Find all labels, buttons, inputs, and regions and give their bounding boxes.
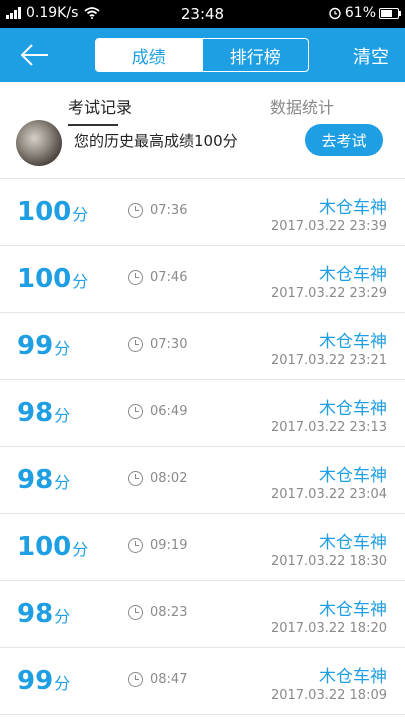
record-row[interactable]: 100分 09:19 木仓车神 2017.03.22 18:30 bbox=[0, 514, 405, 581]
score-value: 98 bbox=[17, 599, 54, 629]
score-value: 100 bbox=[17, 197, 72, 227]
record-duration: 07:30 bbox=[128, 337, 187, 352]
best-score-text: 您的历史最高成绩100分 bbox=[74, 132, 238, 150]
record-datetime: 2017.03.22 23:21 bbox=[270, 353, 387, 368]
record-datetime: 2017.03.22 18:30 bbox=[270, 554, 387, 569]
status-bar: 0.19K/s 23:48 61% bbox=[0, 0, 405, 28]
alarm-icon bbox=[329, 7, 341, 20]
battery-level: 61% bbox=[344, 5, 376, 21]
score-value: 98 bbox=[17, 398, 54, 428]
record-datetime: 2017.03.22 23:13 bbox=[270, 420, 387, 435]
record-username: 木仓车神 bbox=[319, 667, 387, 687]
score-value: 100 bbox=[17, 264, 72, 294]
score-value: 99 bbox=[17, 331, 54, 361]
record-username: 木仓车神 bbox=[319, 399, 387, 419]
clock-icon bbox=[128, 605, 143, 620]
score-unit: 分 bbox=[72, 205, 89, 224]
best-score-banner: 您的历史最高成绩100分 去考试 bbox=[0, 120, 405, 179]
record-datetime: 2017.03.22 18:20 bbox=[270, 621, 387, 636]
score-value: 98 bbox=[17, 465, 54, 495]
record-score: 100分 bbox=[17, 264, 88, 294]
clock-icon bbox=[128, 471, 143, 486]
duration-text: 07:36 bbox=[150, 203, 188, 218]
record-username: 木仓车神 bbox=[319, 265, 387, 285]
record-row[interactable]: 98分 08:02 木仓车神 2017.03.22 23:04 bbox=[0, 447, 405, 514]
record-duration: 08:23 bbox=[128, 605, 187, 620]
record-datetime: 2017.03.22 23:04 bbox=[270, 487, 387, 502]
record-username: 木仓车神 bbox=[319, 466, 387, 486]
record-row[interactable]: 99分 07:30 木仓车神 2017.03.22 23:21 bbox=[0, 313, 405, 380]
clock-icon bbox=[128, 337, 143, 352]
duration-text: 08:23 bbox=[150, 605, 188, 620]
record-datetime: 2017.03.22 23:39 bbox=[270, 219, 387, 234]
duration-text: 06:49 bbox=[150, 404, 188, 419]
record-duration: 08:47 bbox=[128, 672, 187, 687]
score-unit: 分 bbox=[54, 473, 71, 492]
record-score: 98分 bbox=[17, 398, 70, 428]
record-row[interactable]: 100分 07:46 木仓车神 2017.03.22 23:29 bbox=[0, 246, 405, 313]
record-username: 木仓车神 bbox=[319, 533, 387, 553]
record-username: 木仓车神 bbox=[319, 600, 387, 620]
record-datetime: 2017.03.22 18:09 bbox=[270, 688, 387, 703]
record-duration: 07:46 bbox=[128, 270, 187, 285]
score-unit: 分 bbox=[72, 540, 89, 559]
record-duration: 08:02 bbox=[128, 471, 187, 486]
duration-text: 07:46 bbox=[150, 270, 188, 285]
record-username: 木仓车神 bbox=[319, 198, 387, 218]
tab-exam-records[interactable]: 考试记录 bbox=[68, 94, 132, 118]
avatar bbox=[16, 120, 62, 166]
record-row[interactable]: 99分 08:47 木仓车神 2017.03.22 18:09 bbox=[0, 648, 405, 715]
record-datetime: 2017.03.22 23:29 bbox=[270, 286, 387, 301]
score-unit: 分 bbox=[54, 674, 71, 693]
record-duration: 09:19 bbox=[128, 538, 187, 553]
record-score: 98分 bbox=[17, 465, 70, 495]
tab-scores[interactable]: 成绩 bbox=[96, 39, 202, 71]
segment-control: 成绩 排行榜 bbox=[95, 38, 309, 72]
clock-icon bbox=[128, 404, 143, 419]
score-unit: 分 bbox=[54, 406, 71, 425]
score-unit: 分 bbox=[54, 607, 71, 626]
clock-icon bbox=[128, 203, 143, 218]
record-duration: 07:36 bbox=[128, 203, 187, 218]
status-right: 61% bbox=[328, 5, 401, 21]
duration-text: 08:47 bbox=[150, 672, 188, 687]
record-username: 木仓车神 bbox=[319, 332, 387, 352]
take-exam-button[interactable]: 去考试 bbox=[305, 124, 383, 156]
record-row[interactable]: 98分 08:23 木仓车神 2017.03.22 18:20 bbox=[0, 581, 405, 648]
tab-ranking[interactable]: 排行榜 bbox=[201, 39, 309, 71]
record-list: 100分 07:36 木仓车神 2017.03.22 23:39 100分 07… bbox=[0, 179, 405, 715]
top-bar: 成绩 排行榜 清空 bbox=[0, 28, 405, 82]
record-row[interactable]: 100分 07:36 木仓车神 2017.03.22 23:39 bbox=[0, 179, 405, 246]
record-score: 99分 bbox=[17, 666, 70, 696]
duration-text: 08:02 bbox=[150, 471, 188, 486]
score-unit: 分 bbox=[72, 272, 89, 291]
score-value: 100 bbox=[17, 532, 72, 562]
score-value: 99 bbox=[17, 666, 54, 696]
record-score: 100分 bbox=[17, 197, 88, 227]
clock-icon bbox=[128, 270, 143, 285]
duration-text: 07:30 bbox=[150, 337, 188, 352]
clock-icon bbox=[128, 672, 143, 687]
tab-data-stats[interactable]: 数据统计 bbox=[270, 94, 334, 118]
clock-icon bbox=[128, 538, 143, 553]
record-score: 98分 bbox=[17, 599, 70, 629]
record-duration: 06:49 bbox=[128, 404, 187, 419]
sub-tabs: 考试记录 数据统计 bbox=[0, 82, 405, 126]
duration-text: 09:19 bbox=[150, 538, 188, 553]
clear-button[interactable]: 清空 bbox=[353, 43, 389, 69]
record-score: 100分 bbox=[17, 532, 88, 562]
score-unit: 分 bbox=[54, 339, 71, 358]
record-score: 99分 bbox=[17, 331, 70, 361]
record-row[interactable]: 98分 06:49 木仓车神 2017.03.22 23:13 bbox=[0, 380, 405, 447]
battery-icon bbox=[379, 7, 401, 19]
back-arrow-icon[interactable] bbox=[18, 40, 52, 70]
